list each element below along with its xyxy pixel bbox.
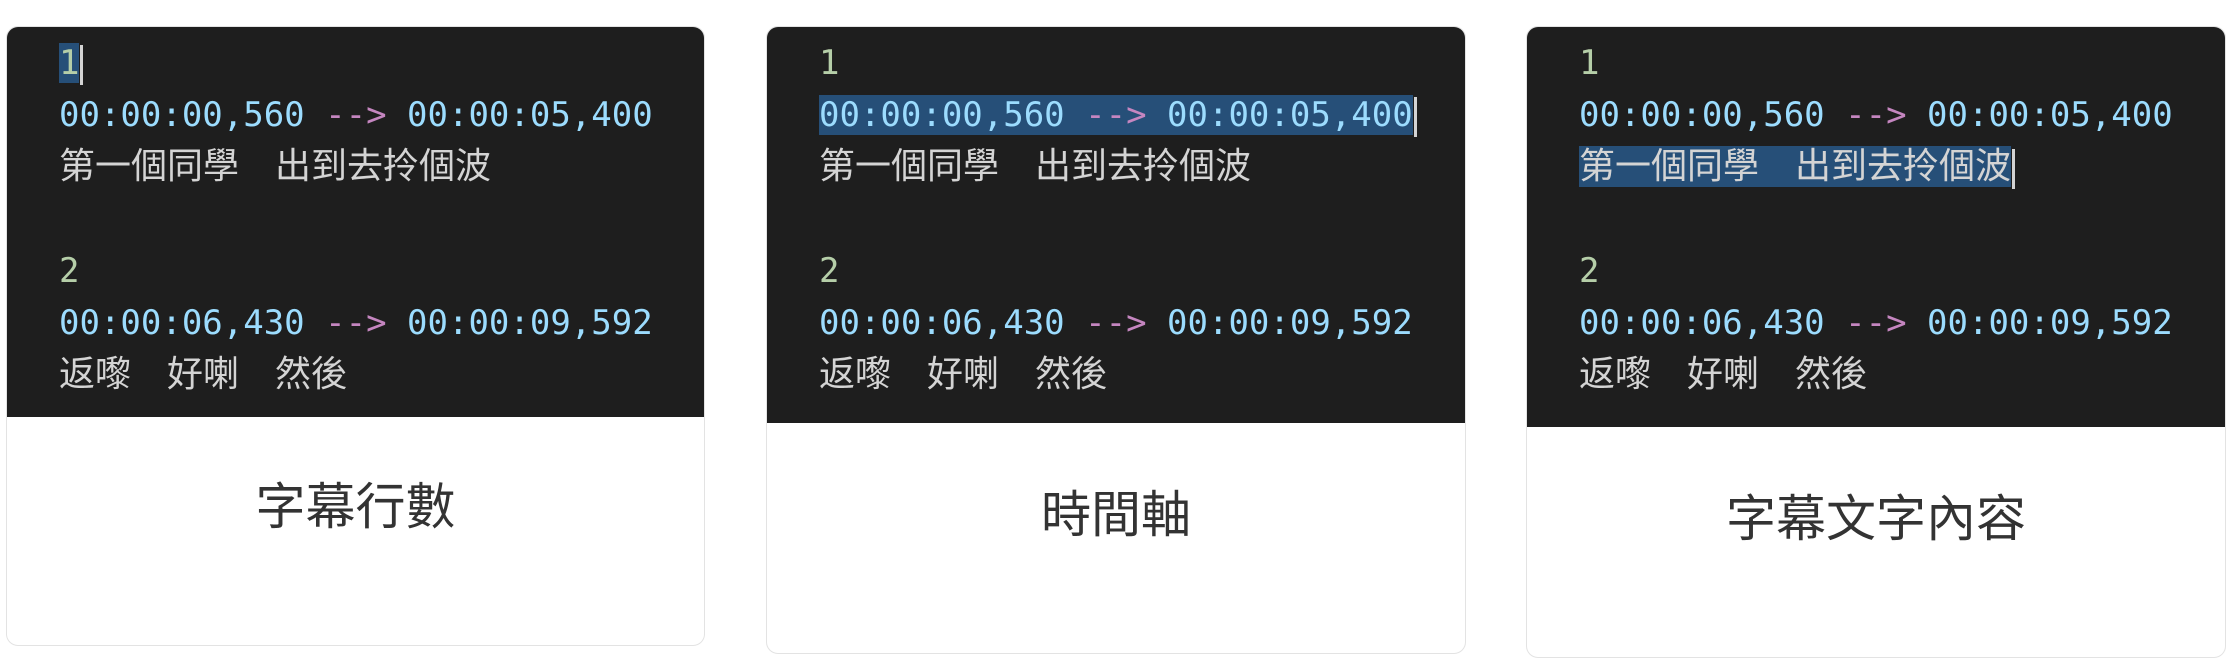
start-time: 00:00:06,430 [819, 303, 1065, 343]
start-time: 00:00:06,430 [1579, 303, 1825, 343]
timecode-arrow: --> [1085, 95, 1147, 135]
timecode-line: 00:00:00,560 --> 00:00:05,400 [819, 89, 1465, 141]
card-caption: 時間軸 [1041, 486, 1191, 544]
subtitle-index: 2 [1579, 251, 1600, 291]
srt-example-card-timecode: 1 00:00:00,560 --> 00:00:05,400 第一個同學 出到… [766, 26, 1466, 654]
timecode-arrow: --> [1845, 303, 1907, 343]
subtitle-index-line: 1 [819, 37, 1465, 89]
timecode-line: 00:00:06,430 --> 00:00:09,592 [819, 297, 1465, 349]
subtitle-index: 2 [59, 251, 80, 291]
subtitle-text-line: 返嚟 好喇 然後 [1579, 349, 2225, 401]
code-editor: 1 00:00:00,560 --> 00:00:05,400 第一個同學 出到… [1527, 27, 2225, 427]
subtitle-index-line: 2 [59, 245, 704, 297]
start-time: 00:00:00,560 [59, 95, 305, 135]
subtitle-index: 1 [819, 43, 840, 83]
srt-example-card-text: 1 00:00:00,560 --> 00:00:05,400 第一個同學 出到… [1526, 26, 2226, 658]
timecode-arrow: --> [325, 95, 387, 135]
subtitle-index: 1 [1579, 43, 1600, 83]
subtitle-index-line: 2 [1579, 245, 2225, 297]
timecode-line: 00:00:00,560 --> 00:00:05,400 [1579, 89, 2225, 141]
end-time: 00:00:09,592 [1927, 303, 2173, 343]
text-cursor [1413, 96, 1417, 137]
subtitle-text-line: 第一個同學 出到去拎個波 [1579, 141, 2225, 193]
code-editor: 1 00:00:00,560 --> 00:00:05,400 第一個同學 出到… [767, 27, 1465, 423]
subtitle-text-line: 返嚟 好喇 然後 [59, 349, 704, 401]
subtitle-text: 返嚟 好喇 然後 [59, 354, 348, 395]
subtitle-text-line: 第一個同學 出到去拎個波 [59, 141, 704, 193]
card-caption: 字幕文字內容 [1726, 490, 2026, 548]
start-time: 00:00:00,560 [1579, 95, 1825, 135]
timecode-line: 00:00:00,560 --> 00:00:05,400 [59, 89, 704, 141]
card-caption: 字幕行數 [255, 478, 456, 536]
subtitle-text: 第一個同學 出到去拎個波 [819, 146, 1252, 187]
subtitle-index: 2 [819, 251, 840, 291]
subtitle-text: 返嚟 好喇 然後 [1579, 354, 1868, 395]
start-time: 00:00:06,430 [59, 303, 305, 343]
srt-example-card-index: 1 00:00:00,560 --> 00:00:05,400 第一個同學 出到… [6, 26, 705, 646]
subtitle-text: 返嚟 好喇 然後 [819, 354, 1108, 395]
start-time: 00:00:00,560 [819, 95, 1065, 135]
end-time: 00:00:05,400 [1167, 95, 1413, 135]
subtitle-text: 第一個同學 出到去拎個波 [1579, 146, 2012, 187]
subtitle-index-line: 1 [59, 37, 704, 89]
text-cursor [80, 44, 84, 85]
end-time: 00:00:05,400 [1927, 95, 2173, 135]
timecode-arrow: --> [1845, 95, 1907, 135]
selected-timecode: 00:00:00,560 --> 00:00:05,400 [819, 95, 1413, 135]
end-time: 00:00:09,592 [407, 303, 653, 343]
timecode-line: 00:00:06,430 --> 00:00:09,592 [1579, 297, 2225, 349]
end-time: 00:00:05,400 [407, 95, 653, 135]
timecode-arrow: --> [325, 303, 387, 343]
subtitle-index-line: 2 [819, 245, 1465, 297]
subtitle-text-line: 第一個同學 出到去拎個波 [819, 141, 1465, 193]
code-editor: 1 00:00:00,560 --> 00:00:05,400 第一個同學 出到… [7, 27, 704, 417]
subtitle-index-line: 1 [1579, 37, 2225, 89]
text-cursor [2012, 148, 2016, 189]
timecode-line: 00:00:06,430 --> 00:00:09,592 [59, 297, 704, 349]
timecode-arrow: --> [1085, 303, 1147, 343]
subtitle-text-line: 返嚟 好喇 然後 [819, 349, 1465, 401]
subtitle-index: 1 [59, 43, 80, 83]
subtitle-text: 第一個同學 出到去拎個波 [59, 146, 492, 187]
end-time: 00:00:09,592 [1167, 303, 1413, 343]
